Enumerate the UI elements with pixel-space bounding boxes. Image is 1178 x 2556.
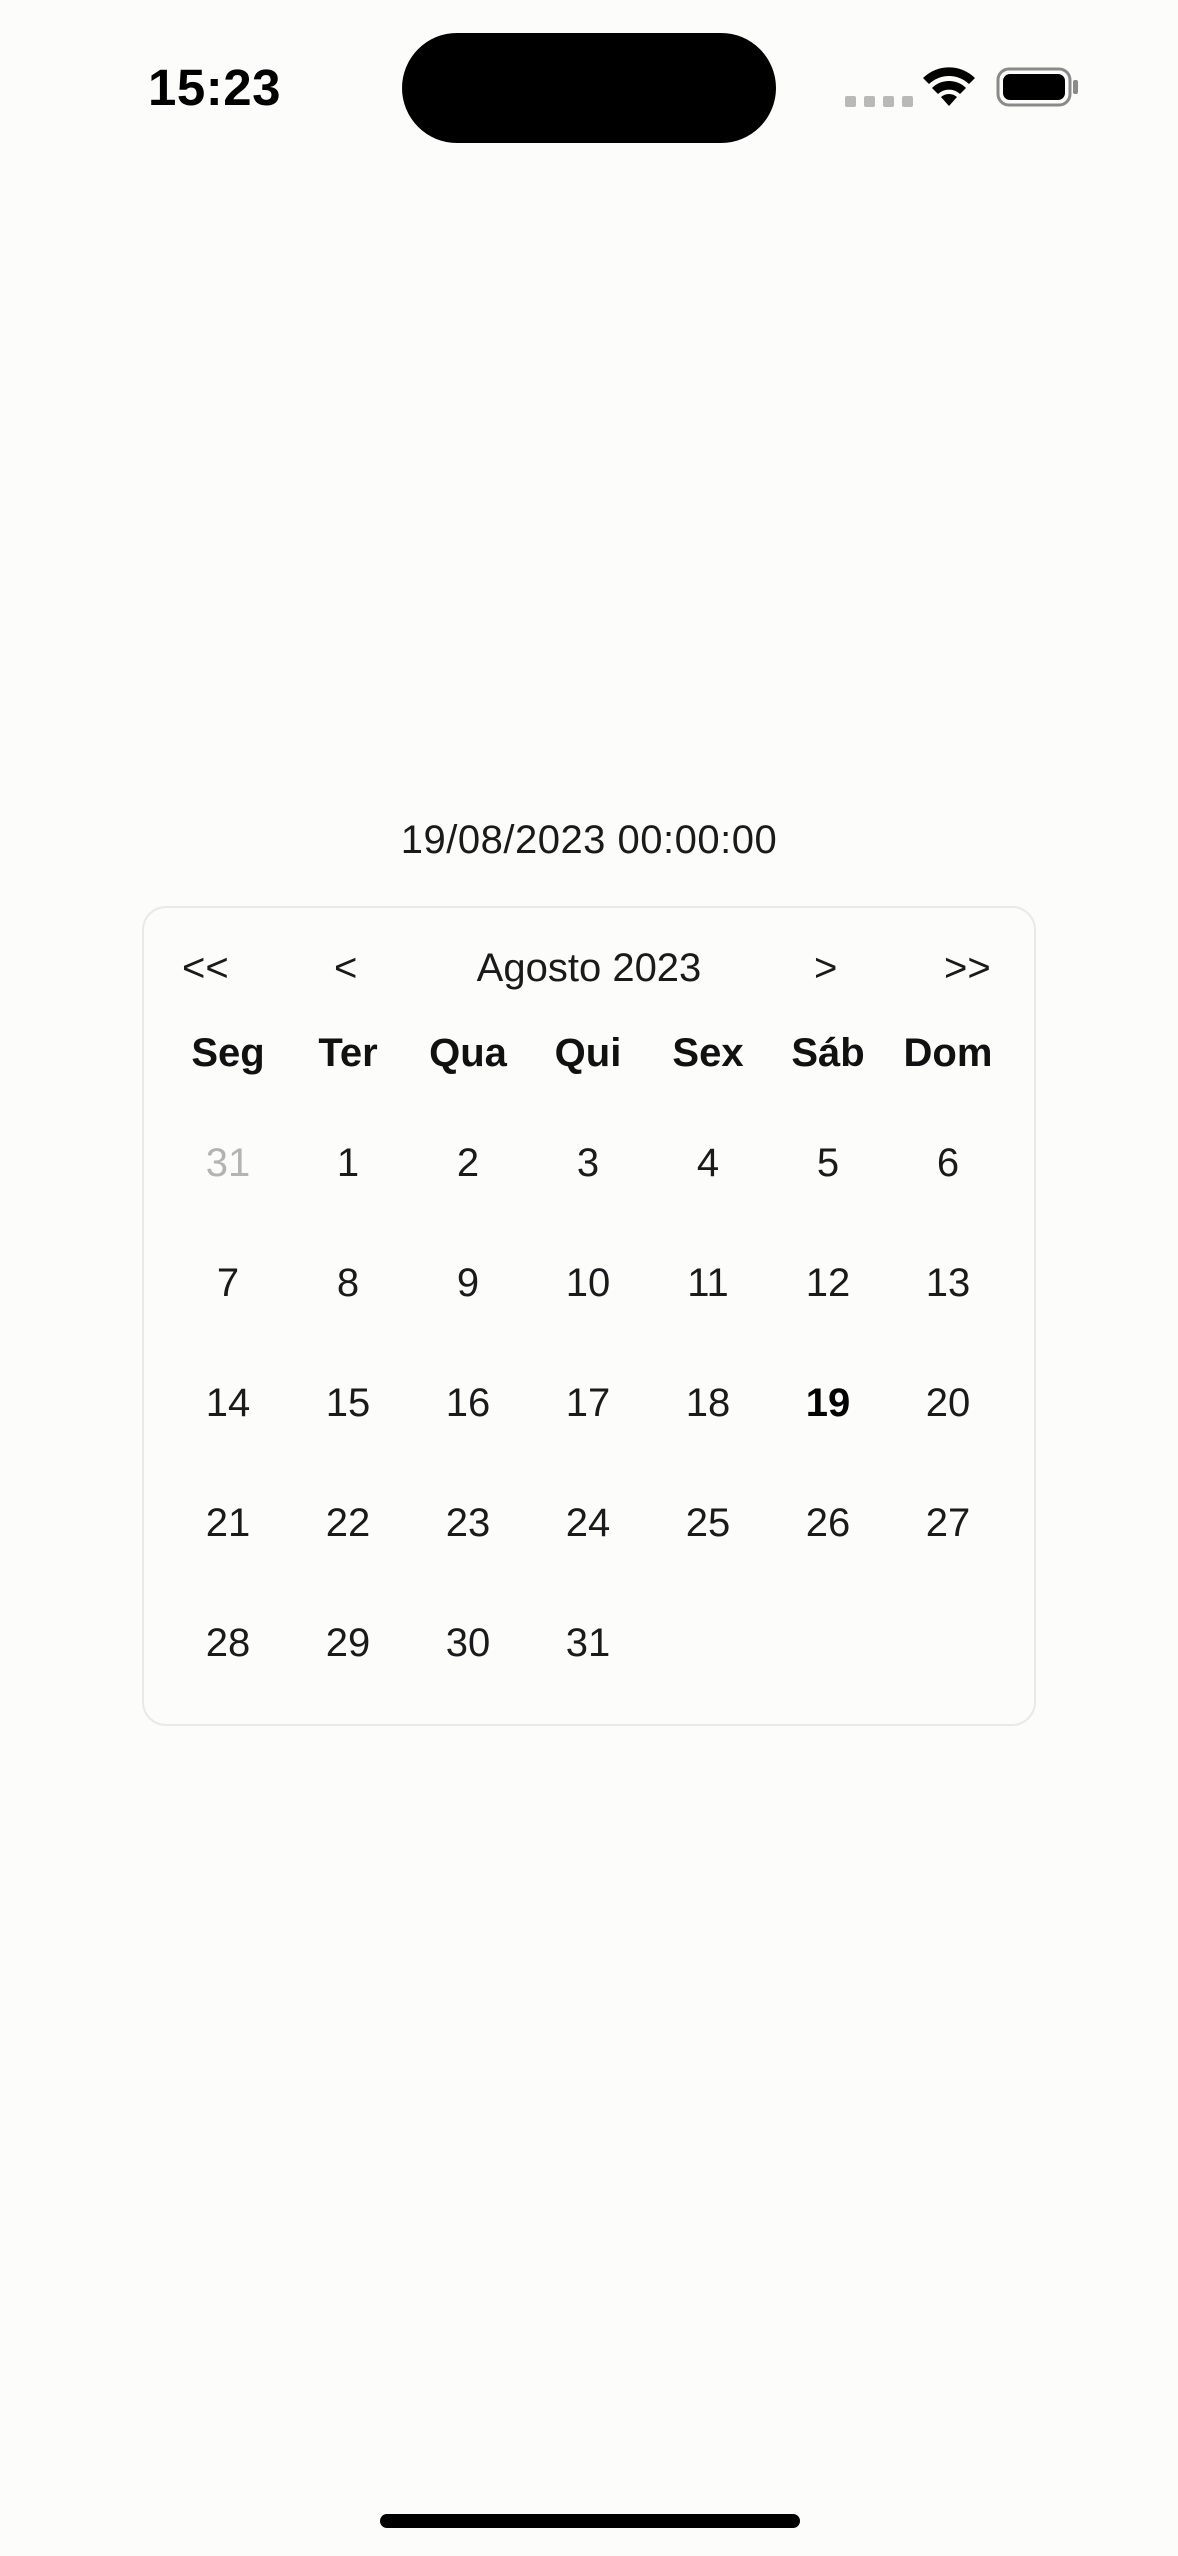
weekday-label: Sex (672, 1031, 744, 1075)
previous-month-button[interactable]: < (334, 938, 357, 998)
day-cell[interactable]: 27 (893, 1473, 1003, 1573)
day-cell[interactable]: 28 (173, 1593, 283, 1693)
calendar-navigation: << < Agosto 2023 > >> (144, 938, 1034, 998)
day-cell[interactable]: 30 (413, 1593, 523, 1693)
status-bar-time: 15:23 (148, 59, 281, 116)
home-indicator[interactable] (380, 2514, 800, 2528)
day-cell[interactable]: 9 (413, 1233, 523, 1333)
calendar: << < Agosto 2023 > >> Seg Ter Qua Qui Sex Sáb… (142, 906, 1036, 1726)
signal-icon (845, 96, 913, 107)
day-cell[interactable]: 31 (173, 1113, 283, 1213)
day-cell[interactable]: 3 (533, 1113, 643, 1213)
battery-icon (996, 67, 1078, 107)
previous-year-button[interactable]: << (182, 938, 229, 998)
day-cell[interactable]: 23 (413, 1473, 523, 1573)
day-cell[interactable]: 6 (893, 1113, 1003, 1213)
weekday-label: Qui (554, 1031, 622, 1075)
selected-date-text: 19/08/2023 00:00:00 (400, 818, 778, 862)
day-cell[interactable]: 24 (533, 1473, 643, 1573)
weekday-label: Dom (903, 1031, 993, 1075)
day-cell[interactable]: 16 (413, 1353, 523, 1453)
day-cell[interactable]: 22 (293, 1473, 403, 1573)
day-cell[interactable]: 14 (173, 1353, 283, 1453)
day-cell[interactable]: 21 (173, 1473, 283, 1573)
day-cell[interactable]: 29 (293, 1593, 403, 1693)
day-cell[interactable]: 12 (773, 1233, 883, 1333)
dynamic-island (402, 33, 776, 143)
month-label-button[interactable]: Agosto 2023 (477, 946, 702, 990)
weekday-label: Qua (429, 1031, 507, 1075)
day-cell[interactable]: 1 (293, 1113, 403, 1213)
day-cell[interactable]: 7 (173, 1233, 283, 1333)
day-cell[interactable]: 15 (293, 1353, 403, 1453)
next-month-button[interactable]: > (814, 938, 837, 998)
day-cell[interactable]: 18 (653, 1353, 763, 1453)
day-cell[interactable]: 20 (893, 1353, 1003, 1453)
day-cell[interactable]: 17 (533, 1353, 643, 1453)
day-cell[interactable]: 5 (773, 1113, 883, 1213)
day-cell[interactable]: 26 (773, 1473, 883, 1573)
day-cell[interactable]: 2 (413, 1113, 523, 1213)
day-cell[interactable]: 25 (653, 1473, 763, 1573)
weekday-header: Seg Ter Qua Qui Sex Sáb Dom (144, 1018, 1034, 1088)
selected-day-cell[interactable]: 19 (773, 1353, 883, 1453)
weekday-label: Sáb (791, 1031, 865, 1075)
day-cell[interactable]: 8 (293, 1233, 403, 1333)
wifi-icon (923, 67, 975, 106)
day-cell[interactable]: 10 (533, 1233, 643, 1333)
weekday-label: Ter (318, 1031, 378, 1075)
day-cell[interactable]: 31 (533, 1593, 643, 1693)
next-year-button[interactable]: >> (944, 938, 991, 998)
weekday-label: Seg (191, 1031, 265, 1075)
day-cell[interactable]: 13 (893, 1233, 1003, 1333)
day-cell[interactable]: 4 (653, 1113, 763, 1213)
day-cell[interactable]: 11 (653, 1233, 763, 1333)
